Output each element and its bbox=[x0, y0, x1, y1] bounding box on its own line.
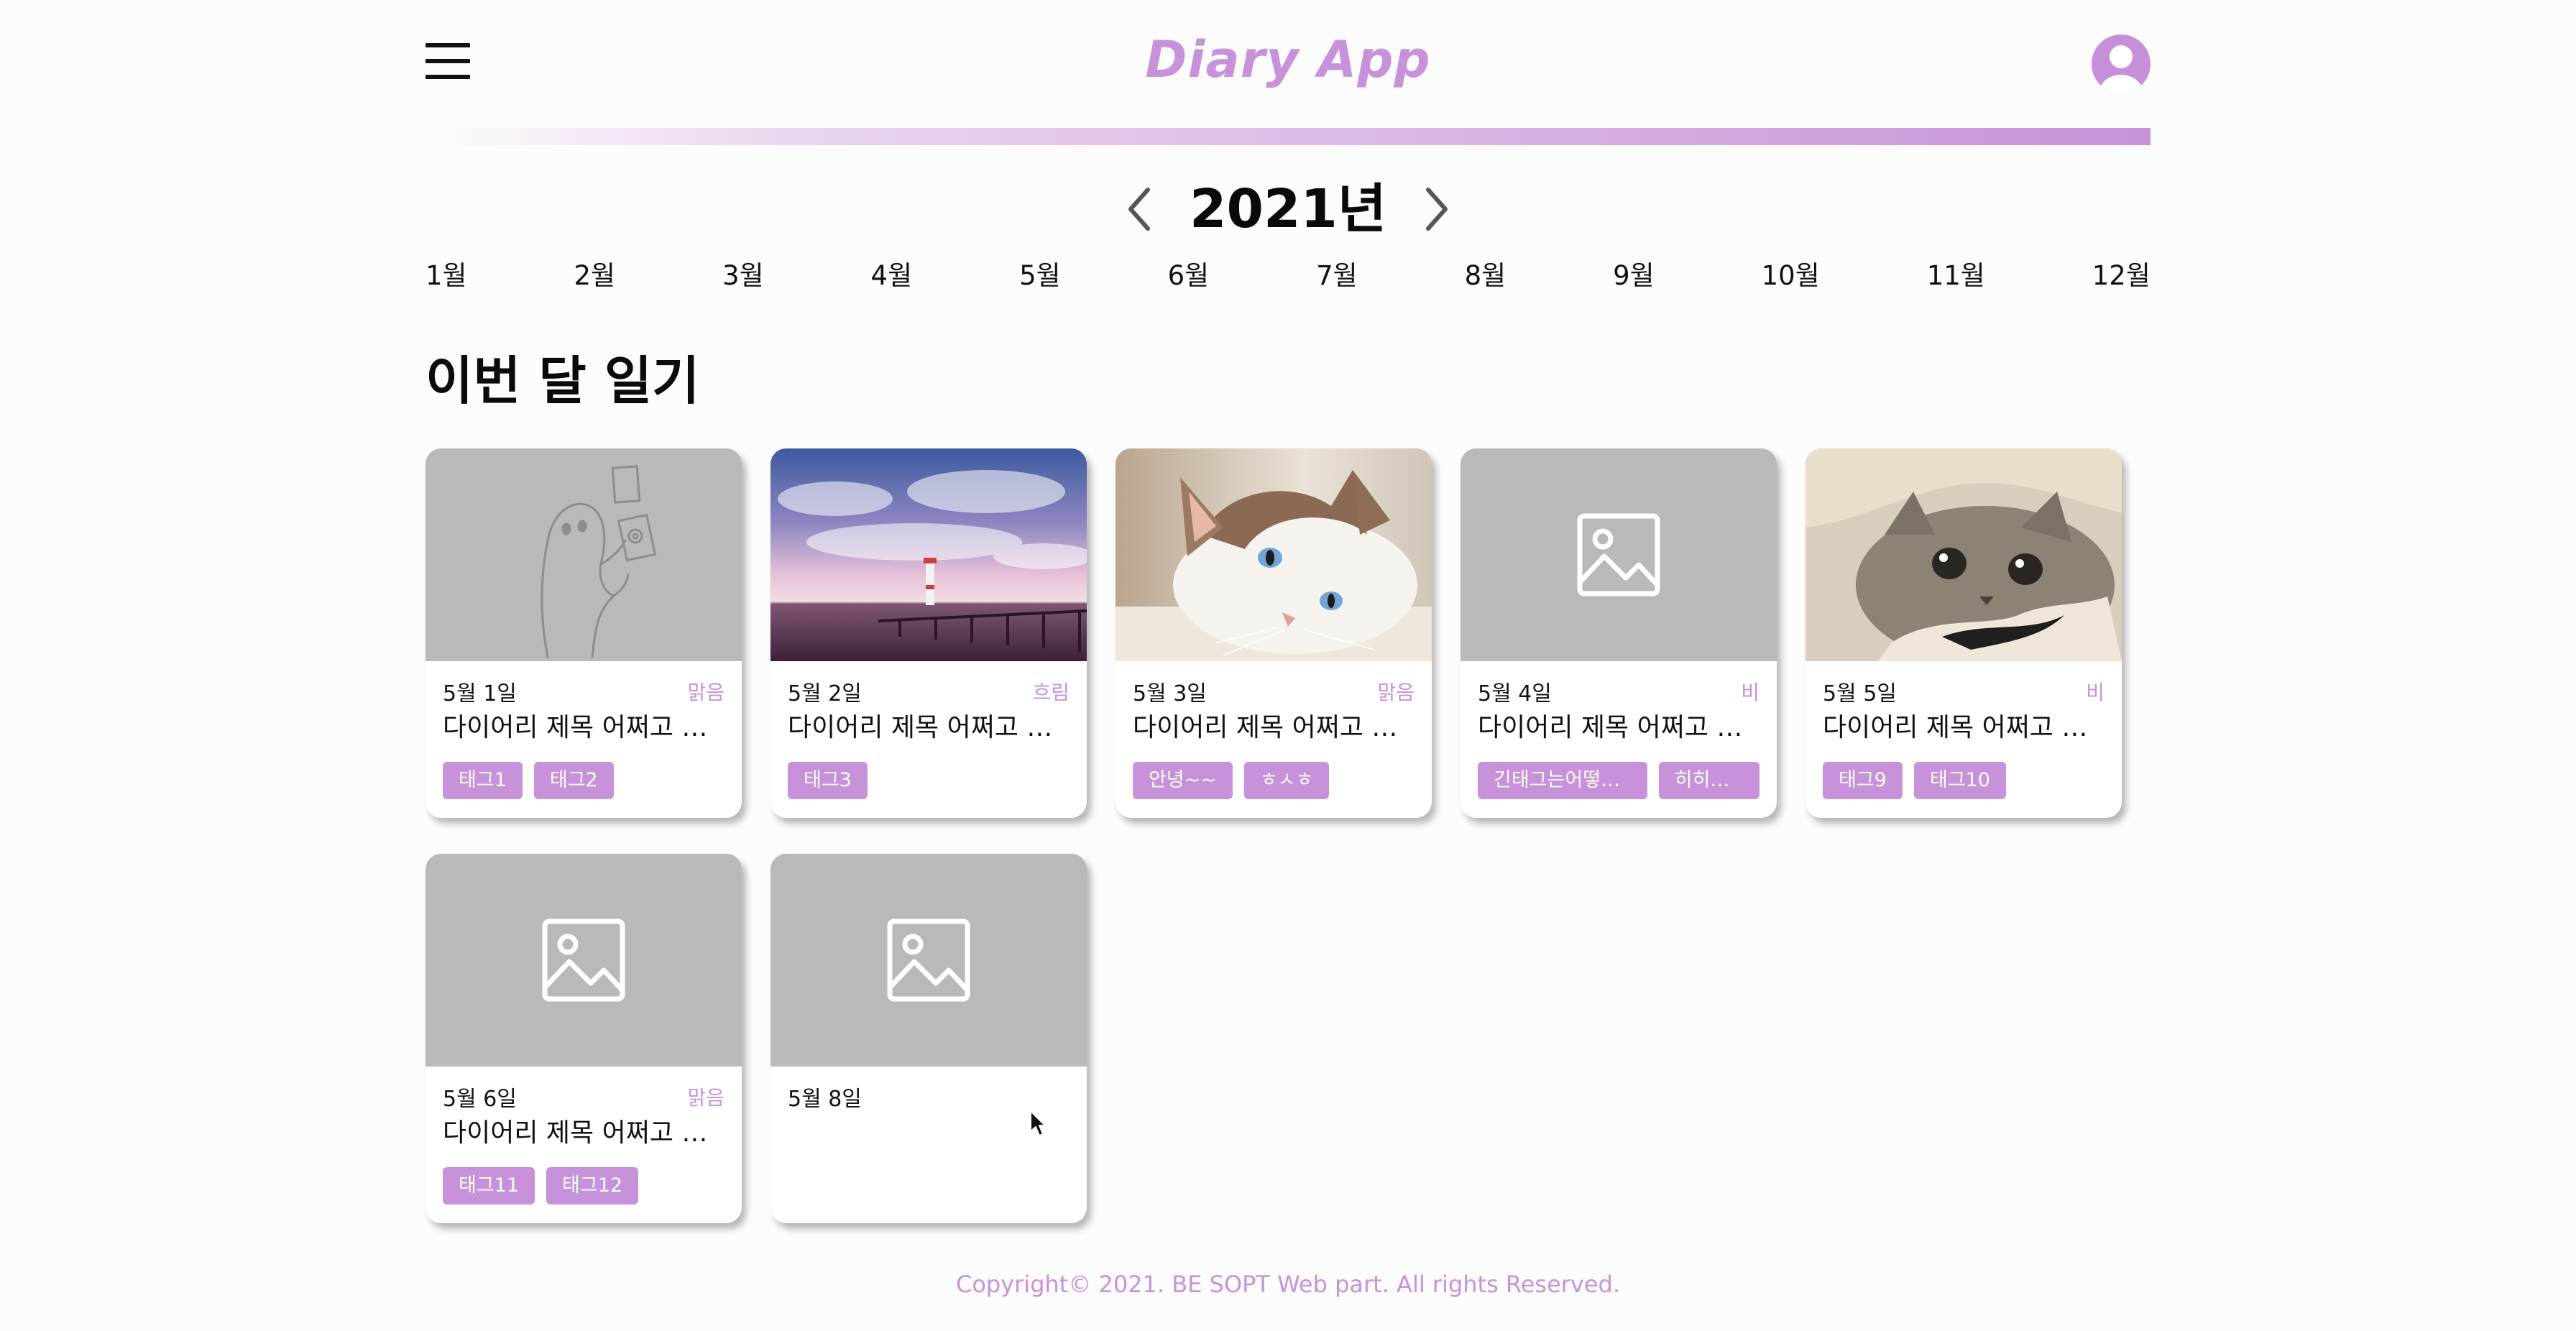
year-label: 2021년 bbox=[1189, 178, 1387, 240]
card-date: 5월 5일 bbox=[1823, 681, 1897, 706]
diary-card[interactable]: 5월 6일 맑음 다이어리 제목 어쩌고 저쩌고 태그11 태그12 bbox=[426, 854, 742, 1223]
diary-app-page: Diary App 2021년 1월 2월 3월 4월 5월 6월 7월 8월 bbox=[0, 0, 2576, 1331]
card-weather: 맑음 bbox=[687, 681, 724, 704]
diary-card-grid: 5월 1일 맑음 다이어리 제목 어쩌고 저쩌고 태그1 태그2 5월 2일 흐… bbox=[426, 448, 2150, 1223]
user-avatar-icon[interactable] bbox=[2092, 34, 2150, 93]
month-selector: 1월 2월 3월 4월 5월 6월 7월 8월 9월 10월 11월 12월 bbox=[426, 254, 2150, 298]
card-title: 다이어리 제목 어쩌고 저쩌고 bbox=[1133, 713, 1414, 742]
card-weather: 맑음 bbox=[687, 1086, 724, 1110]
chevron-right-icon[interactable] bbox=[1421, 184, 1453, 234]
card-tags: 태그1 태그2 bbox=[443, 762, 724, 799]
month-tab-8[interactable]: 8월 bbox=[1465, 254, 1506, 298]
footer-copyright: Copyright© 2021. BE SOPT Web part. All r… bbox=[955, 1271, 1621, 1298]
tag-chip[interactable]: 태그10 bbox=[1913, 762, 2006, 799]
card-tags: 태그9 태그10 bbox=[1823, 762, 2104, 799]
diary-card[interactable]: 5월 3일 맑음 다이어리 제목 어쩌고 저쩌고 안녕~~ ㅎㅅㅎ bbox=[1116, 448, 1432, 818]
app-title: Diary App bbox=[1145, 30, 1431, 89]
month-tab-12[interactable]: 12월 bbox=[2092, 254, 2150, 298]
card-weather: 비 bbox=[2086, 681, 2104, 704]
card-tags: 안녕~~ ㅎㅅㅎ bbox=[1133, 762, 1414, 799]
tag-chip[interactable]: 히히히... bbox=[1658, 762, 1760, 799]
card-date: 5월 8일 bbox=[788, 1087, 862, 1112]
month-tab-5[interactable]: 5월 bbox=[1019, 254, 1061, 298]
image-placeholder-icon bbox=[1460, 448, 1777, 661]
tag-chip[interactable]: 태그3 bbox=[788, 762, 868, 799]
card-date: 5월 6일 bbox=[443, 1087, 517, 1112]
card-date: 5월 1일 bbox=[443, 681, 517, 706]
month-tab-11[interactable]: 11월 bbox=[1927, 254, 1985, 298]
card-date: 5월 2일 bbox=[788, 681, 862, 706]
diary-card[interactable]: 5월 1일 맑음 다이어리 제목 어쩌고 저쩌고 태그1 태그2 bbox=[426, 448, 742, 818]
card-weather: 맑음 bbox=[1377, 681, 1414, 704]
image-placeholder-icon bbox=[770, 854, 1087, 1067]
tag-chip[interactable]: 긴태그는어떻게... bbox=[1478, 762, 1647, 799]
tag-chip[interactable]: 태그1 bbox=[443, 762, 523, 799]
year-navigation: 2021년 bbox=[0, 170, 2576, 249]
tag-chip[interactable]: 태그11 bbox=[443, 1167, 535, 1205]
card-title: 다이어리 제목 어쩌고 저쩌고 bbox=[1478, 713, 1760, 742]
diary-card[interactable]: 5월 5일 비 다이어리 제목 어쩌고 저쩌고 태그9 태그10 bbox=[1806, 448, 2122, 818]
header-gradient-bar bbox=[426, 128, 2150, 145]
tag-chip[interactable]: 태그9 bbox=[1823, 762, 1903, 799]
card-date: 5월 4일 bbox=[1478, 681, 1552, 706]
card-title: 다이어리 제목 어쩌고 저쩌고 bbox=[788, 713, 1070, 742]
tag-chip[interactable]: 태그2 bbox=[533, 762, 614, 799]
month-tab-4[interactable]: 4월 bbox=[871, 254, 913, 298]
card-date: 5월 3일 bbox=[1133, 681, 1207, 706]
card-weather: 흐림 bbox=[1032, 681, 1070, 704]
diary-card[interactable]: 5월 2일 흐림 다이어리 제목 어쩌고 저쩌고 태그3 bbox=[770, 448, 1087, 818]
card-tags: 긴태그는어떻게... 히히히... bbox=[1478, 762, 1760, 799]
diary-card[interactable]: 5월 8일 bbox=[770, 854, 1087, 1223]
card-tags: 태그11 태그12 bbox=[443, 1167, 724, 1205]
month-tab-1[interactable]: 1월 bbox=[426, 254, 467, 298]
image-placeholder-icon bbox=[426, 854, 742, 1067]
card-weather: 비 bbox=[1741, 681, 1760, 704]
tag-chip[interactable]: ㅎㅅㅎ bbox=[1243, 762, 1330, 799]
tag-chip[interactable]: 안녕~~ bbox=[1133, 762, 1233, 799]
ghost-sketch-illustration bbox=[426, 448, 742, 661]
month-tab-7[interactable]: 7월 bbox=[1316, 254, 1358, 298]
tag-chip[interactable]: 태그12 bbox=[546, 1167, 639, 1205]
month-tab-6[interactable]: 6월 bbox=[1168, 254, 1210, 298]
chevron-left-icon[interactable] bbox=[1123, 184, 1155, 234]
diary-card[interactable]: 5월 4일 비 다이어리 제목 어쩌고 저쩌고 긴태그는어떻게... 히히히..… bbox=[1460, 448, 1777, 818]
card-title: 다이어리 제목 어쩌고 저쩌고 bbox=[443, 713, 724, 742]
card-tags: 태그3 bbox=[788, 762, 1070, 799]
header: Diary App bbox=[426, 29, 2150, 122]
white-cat-photo bbox=[1116, 448, 1432, 661]
month-tab-9[interactable]: 9월 bbox=[1613, 254, 1655, 298]
mouse-pointer-icon bbox=[1030, 1110, 1046, 1136]
lighthouse-sunset-photo bbox=[770, 448, 1087, 661]
month-tab-10[interactable]: 10월 bbox=[1762, 254, 1820, 298]
gray-cat-blanket-photo bbox=[1806, 448, 2122, 661]
month-tab-2[interactable]: 2월 bbox=[574, 254, 616, 298]
section-title: 이번 달 일기 bbox=[426, 351, 700, 411]
card-title: 다이어리 제목 어쩌고 저쩌고 bbox=[443, 1118, 724, 1148]
card-title: 다이어리 제목 어쩌고 저쩌고 bbox=[1823, 713, 2104, 742]
month-tab-3[interactable]: 3월 bbox=[722, 254, 764, 298]
